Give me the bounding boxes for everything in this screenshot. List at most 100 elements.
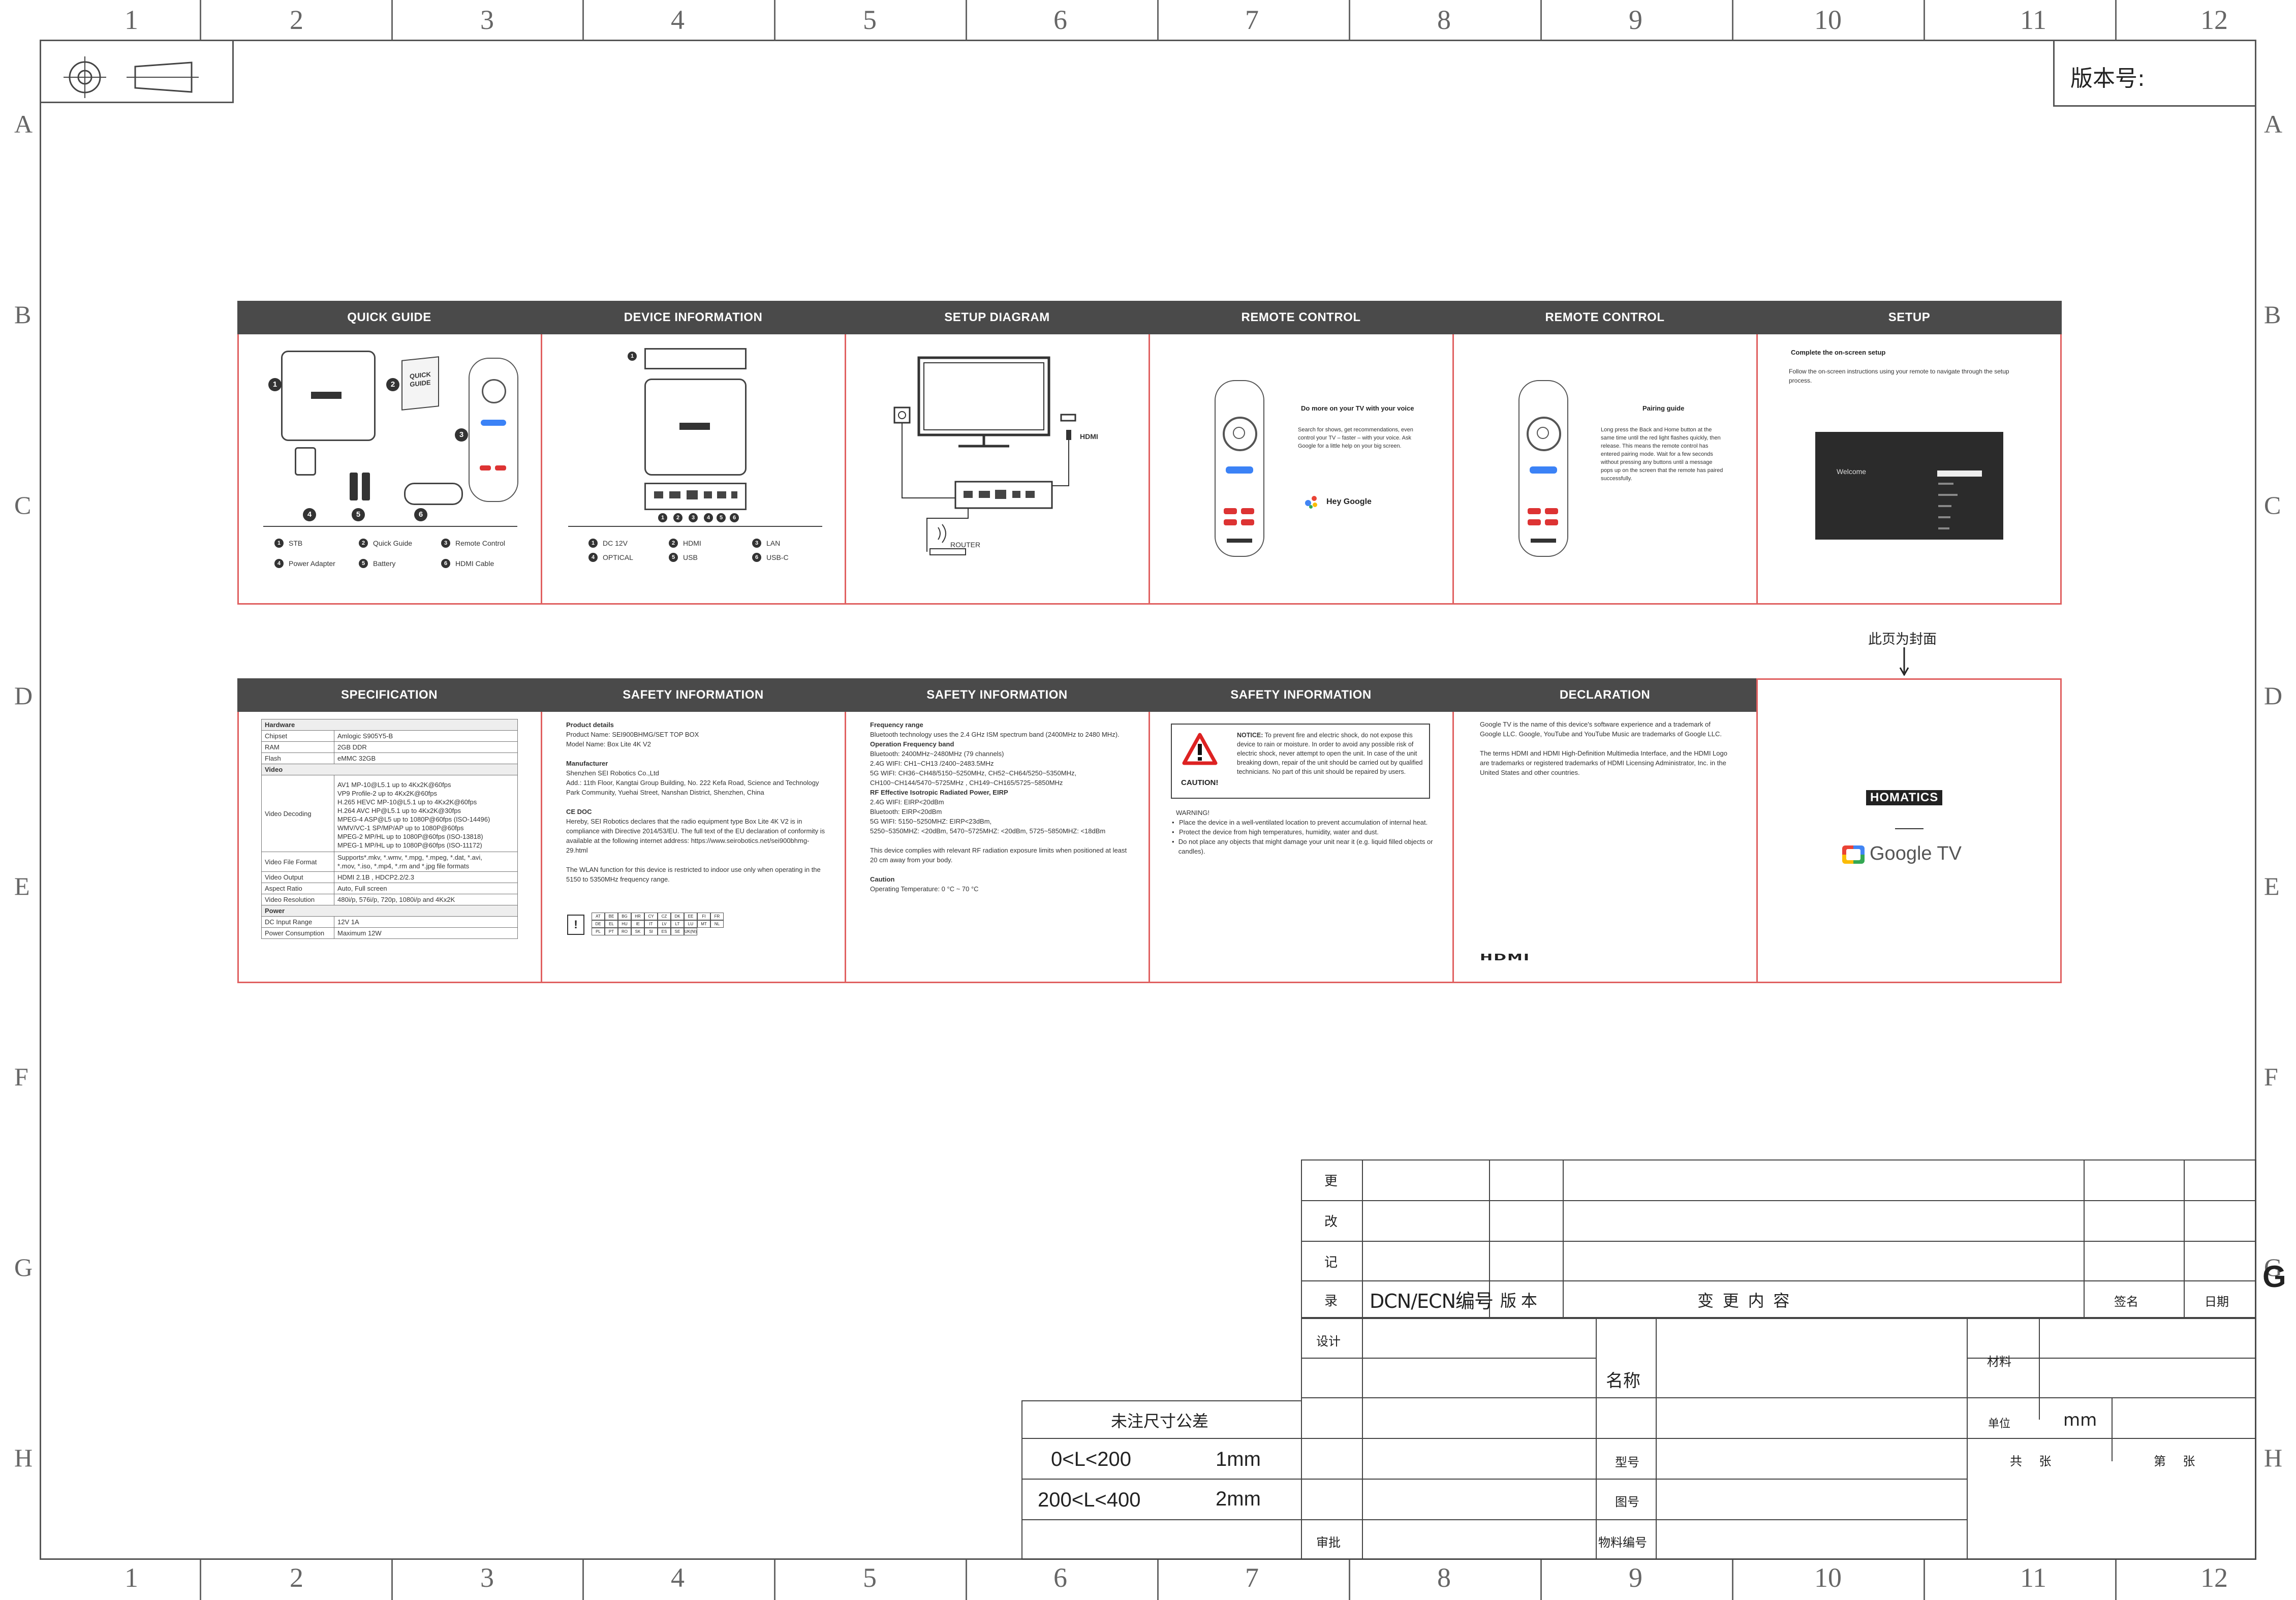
- notice-box: CAUTION! NOTICE: To prevent fire and ele…: [1171, 724, 1430, 799]
- table-row: Video File Format Supports*.mkv, *.wmv, *…: [261, 852, 518, 872]
- tb-line: [1301, 1479, 1967, 1480]
- ruler-number: 12: [2200, 5, 2228, 35]
- operation-frequency-line: Bluetooth: 2400MHz~2480MHz (79 channels): [870, 750, 1004, 758]
- legend-hdmi: HDMI: [683, 539, 701, 547]
- tb-line: [1362, 1159, 1363, 1318]
- hdmi-label: HDMI: [1080, 432, 1098, 441]
- frequency-range-body: Bluetooth technology uses the 2.4 GHz IS…: [870, 731, 1120, 738]
- legend-badge: 3: [441, 539, 450, 548]
- battery-illustration: [350, 473, 358, 500]
- header-device-information: DEVICE INFORMATION: [541, 301, 845, 334]
- google-assistant-icon: [1305, 496, 1318, 509]
- country-code: LU: [684, 920, 697, 928]
- change-content-label: 变 更 内 容: [1697, 1292, 1790, 1310]
- header-safety-information-2: SAFETY INFORMATION: [845, 678, 1149, 712]
- table-row: Video Decoding AV1 MP-10@L5.1 up to 4Kx2K…: [261, 775, 518, 852]
- language-item-selected: [1937, 470, 1982, 477]
- declaration-p1: Google TV is the name of this device's s…: [1480, 720, 1722, 738]
- device-side-view: [644, 348, 747, 369]
- spec-section: Video: [261, 764, 518, 775]
- language-item: [1938, 483, 1953, 485]
- item-badge-1: 1: [268, 378, 282, 391]
- notice-text: NOTICE: To prevent fire and electric sho…: [1237, 731, 1425, 776]
- version-label: 版本号:: [2070, 66, 2145, 91]
- rf-exposure-body: This device complies with relevant RF ra…: [870, 846, 1127, 864]
- ruler-number: 10: [1814, 5, 1842, 35]
- legend-rule: [263, 526, 517, 527]
- ruler-tick: [2115, 0, 2117, 40]
- spec-value: Auto, Full screen: [334, 883, 518, 894]
- legend-badge: 1: [274, 539, 284, 548]
- ruler-tick: [774, 0, 775, 40]
- ruler-letter: C: [14, 491, 32, 519]
- ruler-number: 4: [671, 1562, 685, 1593]
- ruler-letter: G: [14, 1253, 33, 1281]
- legend-usb: USB: [683, 553, 698, 561]
- voice-body: Search for shows, get recommendations, e…: [1298, 427, 1413, 449]
- spec-key: DC Input Range: [261, 916, 334, 928]
- cover-divider: [1895, 828, 1923, 829]
- legend-badge: 2: [669, 539, 678, 548]
- ruler-tick: [2115, 1560, 2117, 1600]
- ruler-number: 3: [480, 1562, 494, 1593]
- panel-divider: [1149, 334, 1150, 605]
- panel-divider: [541, 712, 542, 983]
- tb-line: [1301, 1358, 1596, 1359]
- booklet-label: QUICK GUIDE: [410, 370, 431, 389]
- quick-guide-booklet: QUICK GUIDE: [401, 356, 439, 411]
- product-name: Product Name: SEI900BHMG/SET TOP BOX: [566, 731, 699, 738]
- ruler-number: 2: [290, 5, 303, 35]
- panel-divider: [845, 712, 846, 983]
- tb-line: [1301, 1241, 2256, 1242]
- table-row: RAM 2GB DDR: [261, 741, 518, 753]
- ruler-number: 11: [2020, 1562, 2046, 1593]
- country-code: PL: [592, 928, 605, 935]
- legend-badge: 6: [752, 553, 761, 562]
- projection-symbol-box: [40, 40, 234, 103]
- country-code: LV: [658, 920, 671, 928]
- ruler-letter: E: [2264, 872, 2280, 900]
- ruler-letter: A: [14, 110, 33, 138]
- signature-label: 签名: [2114, 1295, 2138, 1309]
- panel-divider: [1149, 712, 1150, 983]
- country-code: DK: [671, 913, 684, 920]
- country-cells: AT BE BG HR CY CZ DK EE FI FR DE EL HU I…: [592, 913, 724, 935]
- hdmi-cable-illustration: [404, 483, 463, 505]
- legend-remote-control: Remote Control: [455, 539, 506, 547]
- ruler-letter: D: [14, 681, 33, 710]
- country-code: SK: [631, 928, 644, 935]
- panel-divider: [1756, 334, 1758, 605]
- setup-body: Follow the on-screen instructions using …: [1789, 368, 2009, 384]
- ruler-letter: A: [2264, 110, 2283, 138]
- legend-badge: 6: [441, 559, 450, 568]
- material-label: 材料: [1987, 1355, 2011, 1369]
- legend-hdmi-cable: HDMI Cable: [455, 559, 494, 568]
- unit-label: 单位: [1988, 1417, 2011, 1430]
- country-code: EE: [684, 913, 697, 920]
- spec-key: Video Output: [261, 871, 334, 883]
- spec-key: Aspect Ratio: [261, 883, 334, 894]
- spec-value: 12V 1A: [334, 916, 518, 928]
- tb-line: [1656, 1318, 1657, 1560]
- change-record-char: 更: [1324, 1173, 1338, 1188]
- wlan-body: The WLAN function for this device is res…: [566, 866, 821, 883]
- legend-badge: 2: [359, 539, 368, 548]
- declaration-p2: The terms HDMI and HDMI High-Definition …: [1480, 749, 1727, 776]
- country-code: CZ: [658, 913, 671, 920]
- eirp-line: 5G WIFI: 5150~5250MHZ: EIRP<23dBm,: [870, 818, 992, 825]
- table-row: Video: [261, 764, 518, 775]
- ruler-number: 5: [863, 5, 877, 35]
- ruler-tick: [1732, 1560, 1733, 1600]
- ruler-number: 11: [2020, 5, 2046, 35]
- caution-body: Operating Temperature: 0 °C ~ 70 °C: [870, 885, 979, 893]
- legend-badge: 1: [588, 539, 598, 548]
- port-badge: 2: [673, 513, 682, 522]
- caution-title: Caution: [870, 875, 895, 883]
- tb-line: [1301, 1280, 2256, 1281]
- legend-quick-guide: Quick Guide: [373, 539, 413, 547]
- ruler-letter: D: [2264, 681, 2283, 710]
- change-record-char: 改: [1324, 1214, 1338, 1229]
- table-row: Flash eMMC 32GB: [261, 752, 518, 764]
- ruler-letter: E: [14, 872, 30, 900]
- tb-line: [1362, 1318, 1363, 1560]
